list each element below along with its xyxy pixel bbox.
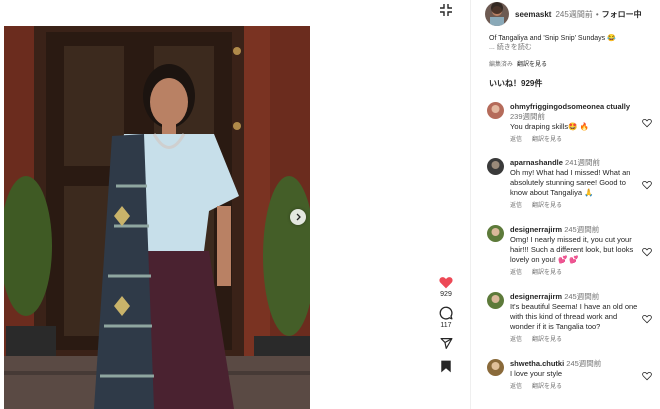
post-detail-panel: seemaskt 245週間前 • フォロー中 Of Tangaliya and… [470, 0, 660, 409]
comment-text: I love your style [510, 369, 563, 378]
reply-link[interactable]: 返信 [510, 337, 522, 343]
comment-username[interactable]: shwetha.chutki [510, 359, 564, 368]
comment-text: You draping skills🤩 🔥 [510, 122, 589, 131]
avatar[interactable] [487, 359, 504, 376]
post-time[interactable]: 245週間前 [555, 9, 592, 20]
see-translation-link[interactable]: 翻訳を見る [532, 137, 562, 143]
avatar[interactable] [487, 292, 504, 309]
post-header: seemaskt 245週間前 • フォロー中 [485, 2, 642, 26]
comment-time[interactable]: 245週間前 [564, 225, 599, 234]
reply-link[interactable]: 返信 [510, 137, 522, 143]
see-translation-link[interactable]: 翻訳を見る [517, 62, 547, 68]
comment-text: Omg! I nearly missed it, you cut your ha… [510, 235, 634, 264]
comment-body: designerrajirm 245週間前 Omg! I nearly miss… [510, 225, 638, 278]
see-translation-link[interactable]: 翻訳を見る [532, 270, 562, 276]
chevron-right-icon [296, 213, 301, 221]
comment-meta: 返信 翻訳を見る [510, 335, 638, 345]
heart-icon[interactable] [439, 276, 453, 289]
comment-body: shwetha.chutki 245週間前 I love your style … [510, 359, 638, 392]
comment-like-icon[interactable] [642, 118, 652, 128]
avatar[interactable] [487, 158, 504, 175]
share-icon[interactable] [439, 337, 453, 350]
comment-time[interactable]: 245週間前 [566, 359, 601, 368]
comment-username[interactable]: aparnashandle [510, 158, 563, 167]
comment-text: It's beautiful Seema! I have an old one … [510, 302, 638, 331]
comment-like-icon[interactable] [642, 180, 652, 190]
edited-label: 編集済み [489, 62, 514, 68]
post-username[interactable]: seemaskt [515, 10, 551, 19]
avatar[interactable] [487, 102, 504, 119]
comment-username[interactable]: designerrajirm [510, 225, 562, 234]
comment-meta: 返信 翻訳を見る [510, 201, 638, 211]
following-button[interactable]: フォロー中 [602, 9, 642, 20]
bookmark-icon[interactable] [440, 360, 452, 373]
post-caption: Of Tangaliya and 'Snip Snip' Sundays 😂 .… [489, 34, 657, 52]
comment-count: 117 [440, 322, 452, 329]
comment-meta: 返信 翻訳を見る [510, 382, 638, 392]
comment-text: Oh my! What had I missed! What an absolu… [510, 168, 631, 197]
comment-icon[interactable] [439, 306, 453, 320]
reply-link[interactable]: 返信 [510, 270, 522, 276]
comment-username[interactable]: ohmyfriggingodsomeonea ctually [510, 102, 630, 111]
reply-link[interactable]: 返信 [510, 203, 522, 209]
comment-meta: 返信 翻訳を見る [510, 268, 638, 278]
avatar[interactable] [485, 2, 509, 26]
reply-link[interactable]: 返信 [510, 384, 522, 390]
caption-text: Of Tangaliya and 'Snip Snip' Sundays 😂 [489, 35, 616, 42]
like-count: 929 [440, 291, 452, 298]
post-photo[interactable] [4, 26, 310, 409]
comment-body: aparnashandle 241週間前 Oh my! What had I m… [510, 158, 638, 211]
edited-line: 編集済み 翻訳を見る [489, 59, 547, 68]
comment-username[interactable]: designerrajirm [510, 292, 562, 301]
comment-body: ohmyfriggingodsomeonea ctually 239週間前 Yo… [510, 102, 638, 145]
avatar[interactable] [487, 225, 504, 242]
read-more-link[interactable]: ... 続きを読む [489, 43, 657, 52]
comment-like-icon[interactable] [642, 247, 652, 257]
action-bar: 929 117 [434, 276, 458, 373]
separator-dot: • [595, 9, 599, 19]
comment-like-icon[interactable] [642, 314, 652, 324]
comment-like-icon[interactable] [642, 371, 652, 381]
collapse-icon[interactable] [438, 2, 454, 18]
comment-meta: 返信 翻訳を見る [510, 135, 638, 145]
comment-time[interactable]: 245週間前 [564, 292, 599, 301]
likes-count[interactable]: いいね！929件 [489, 78, 542, 89]
next-photo-button[interactable] [290, 209, 306, 225]
see-translation-link[interactable]: 翻訳を見る [532, 203, 562, 209]
see-translation-link[interactable]: 翻訳を見る [532, 337, 562, 343]
comment-time[interactable]: 241週間前 [565, 158, 600, 167]
see-translation-link[interactable]: 翻訳を見る [532, 384, 562, 390]
comment-time[interactable]: 239週間前 [510, 112, 545, 121]
comment-body: designerrajirm 245週間前 It's beautiful See… [510, 292, 638, 345]
